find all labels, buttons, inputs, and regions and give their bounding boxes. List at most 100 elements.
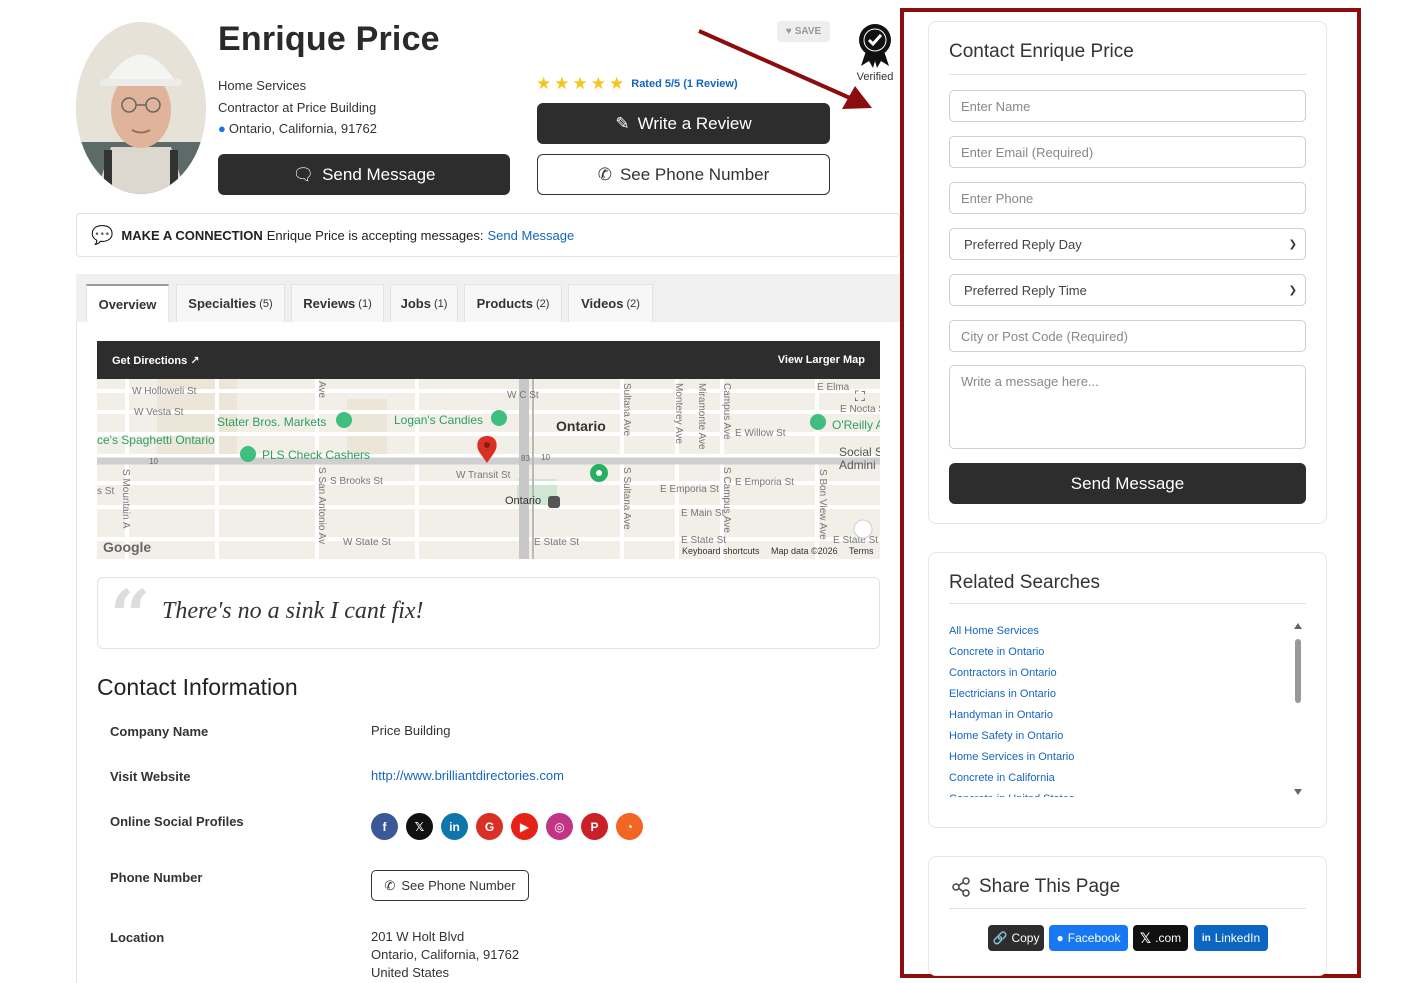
location-label: Location: [110, 930, 165, 945]
tab-label: Specialties: [188, 296, 257, 311]
location-map[interactable]: W Holloweli St W Vesta St S Brooks St W …: [97, 379, 880, 559]
city-field[interactable]: City or Post Code (Required): [949, 320, 1306, 352]
tab-products[interactable]: Products (2): [464, 284, 562, 322]
send-message-label: Send Message: [322, 164, 436, 184]
linkedin-icon: in: [1201, 932, 1211, 944]
message-field[interactable]: Write a message here...: [949, 365, 1306, 449]
tab-count: (2): [535, 297, 550, 310]
contact-form-title: Contact Enrique Price: [949, 41, 1134, 62]
pinterest-icon[interactable]: P: [581, 813, 608, 840]
tab-label: Jobs: [400, 296, 431, 311]
connection-send-link[interactable]: Send Message: [488, 228, 575, 243]
related-link[interactable]: Concrete in United States: [949, 789, 1289, 797]
external-link-icon: ↗: [190, 354, 200, 367]
google-icon[interactable]: G: [476, 813, 503, 840]
phone-field[interactable]: Enter Phone: [949, 182, 1306, 214]
send-message-button[interactable]: 🗨 Send Message: [218, 154, 510, 195]
address-line: 201 W Holt Blvd: [371, 929, 465, 944]
tab-label: Overview: [98, 296, 157, 312]
profile-tabs: Overview Specialties (5) Reviews (1) Jobs(…: [76, 274, 900, 322]
x-icon[interactable]: 𝕏: [406, 813, 433, 840]
social-label: Online Social Profiles: [110, 814, 244, 829]
linkedin-label: LinkedIn: [1214, 931, 1261, 945]
see-phone-number-label: See Phone Number: [401, 878, 516, 893]
connection-text: Enrique Price is accepting messages:: [266, 227, 484, 243]
tab-count: (1): [358, 297, 372, 310]
chevron-down-icon: ❯: [1288, 284, 1297, 296]
get-directions-link[interactable]: Get Directions ↗: [112, 354, 199, 367]
instagram-icon[interactable]: ◎: [546, 813, 573, 840]
x-icon: 𝕏: [1139, 929, 1152, 946]
comments-icon: 💬: [91, 224, 114, 245]
facebook-label: Facebook: [1067, 931, 1121, 945]
tab-count: (1): [433, 297, 448, 310]
tab-count: (2): [626, 297, 640, 310]
get-directions-label: Get Directions: [112, 354, 188, 367]
facebook-icon[interactable]: f: [371, 813, 398, 840]
connection-bar: 💬 MAKE A CONNECTION Enrique Price is acc…: [76, 213, 900, 257]
see-phone-label: See Phone Number: [619, 164, 770, 184]
reply-day-value: Preferred Reply Day: [964, 236, 1082, 252]
share-facebook-button[interactable]: ● Facebook: [1049, 925, 1128, 951]
address-line: United States: [371, 965, 450, 980]
name-field[interactable]: Enter Name: [949, 90, 1306, 122]
copy-link-button[interactable]: 🔗 Copy: [988, 925, 1044, 951]
related-scrollbar[interactable]: [1293, 623, 1303, 795]
related-searches-card: Related Searches All Home Services Concr…: [928, 552, 1327, 828]
reply-time-select[interactable]: Preferred Reply Time ❯: [949, 274, 1306, 306]
company-value: Price Building: [371, 723, 451, 738]
fullscreen-icon[interactable]: ⛶: [855, 388, 865, 405]
quote-icon: “: [110, 574, 151, 657]
website-link[interactable]: http://www.brilliantdirectories.com: [371, 768, 564, 783]
share-linkedin-button[interactable]: in LinkedIn: [1194, 925, 1268, 951]
profile-location-text: Ontario, California, 91762: [228, 121, 378, 136]
tab-count: (5): [259, 297, 273, 310]
reply-day-select[interactable]: Preferred Reply Day ❯: [949, 228, 1306, 260]
related-link[interactable]: All Home Services: [949, 621, 1289, 642]
divider: [949, 74, 1306, 75]
related-link[interactable]: Contractors in Ontario: [949, 663, 1289, 684]
related-link[interactable]: Handyman in Ontario: [949, 705, 1289, 726]
tab-overview[interactable]: Overview: [86, 284, 169, 322]
contact-form-card: Contact Enrique Price Enter Name Enter E…: [928, 21, 1327, 524]
divider: [949, 908, 1306, 909]
phone-label: Phone Number: [110, 870, 203, 885]
divider: [949, 603, 1306, 604]
map-pin-icon: ●: [218, 121, 226, 136]
address-block: 201 W Holt Blvd Ontario, California, 917…: [371, 928, 519, 982]
related-searches-list: All Home Services Concrete in Ontario Co…: [949, 621, 1289, 797]
website-label: Visit Website: [110, 769, 191, 784]
youtube-icon[interactable]: ▶: [511, 813, 538, 840]
email-field[interactable]: Enter Email (Required): [949, 136, 1306, 168]
tab-label: Reviews: [303, 296, 356, 311]
related-link[interactable]: Home Safety in Ontario: [949, 726, 1289, 747]
related-link[interactable]: Concrete in California: [949, 768, 1289, 789]
linkedin-icon[interactable]: in: [441, 813, 468, 840]
chat-icon: 🗨: [292, 164, 315, 184]
tab-reviews[interactable]: Reviews (1): [291, 284, 384, 322]
see-phone-button[interactable]: ✆ See Phone Number: [537, 154, 830, 195]
tagline-quote: “ There's no a sink I cant fix!: [97, 574, 880, 657]
annotation-arrow: [698, 29, 872, 109]
view-larger-map-link[interactable]: View Larger Map: [778, 354, 865, 366]
phone-icon: ✆: [597, 164, 612, 184]
related-link[interactable]: Electricians in Ontario: [949, 684, 1289, 705]
contact-info-title: Contact Information: [97, 674, 298, 700]
phone-icon: ✆: [384, 877, 396, 893]
tab-label: Products: [476, 296, 533, 311]
tab-videos[interactable]: Videos (2): [568, 284, 653, 322]
see-phone-number-button[interactable]: ✆ See Phone Number: [371, 870, 529, 901]
rss-icon[interactable]: ◔: [616, 813, 643, 840]
company-label: Company Name: [110, 724, 209, 739]
contact-send-button[interactable]: Send Message: [949, 463, 1306, 504]
share-x-button[interactable]: 𝕏 .com: [1133, 925, 1188, 951]
tab-specialties[interactable]: Specialties (5): [176, 284, 285, 322]
related-link[interactable]: Concrete in Ontario: [949, 642, 1289, 663]
quote-text: There's no a sink I cant fix!: [162, 598, 424, 624]
tab-jobs[interactable]: Jobs (1): [390, 284, 458, 322]
copy-label: Copy: [1011, 931, 1040, 945]
social-profiles: f 𝕏 in G ▶ ◎ P ◔: [371, 813, 643, 840]
related-link[interactable]: Home Services in Ontario: [949, 747, 1289, 768]
share-card: Share This Page 🔗 Copy ● Facebook 𝕏 .com in…: [928, 856, 1327, 976]
share-title-row: Share This Page: [951, 876, 1120, 898]
